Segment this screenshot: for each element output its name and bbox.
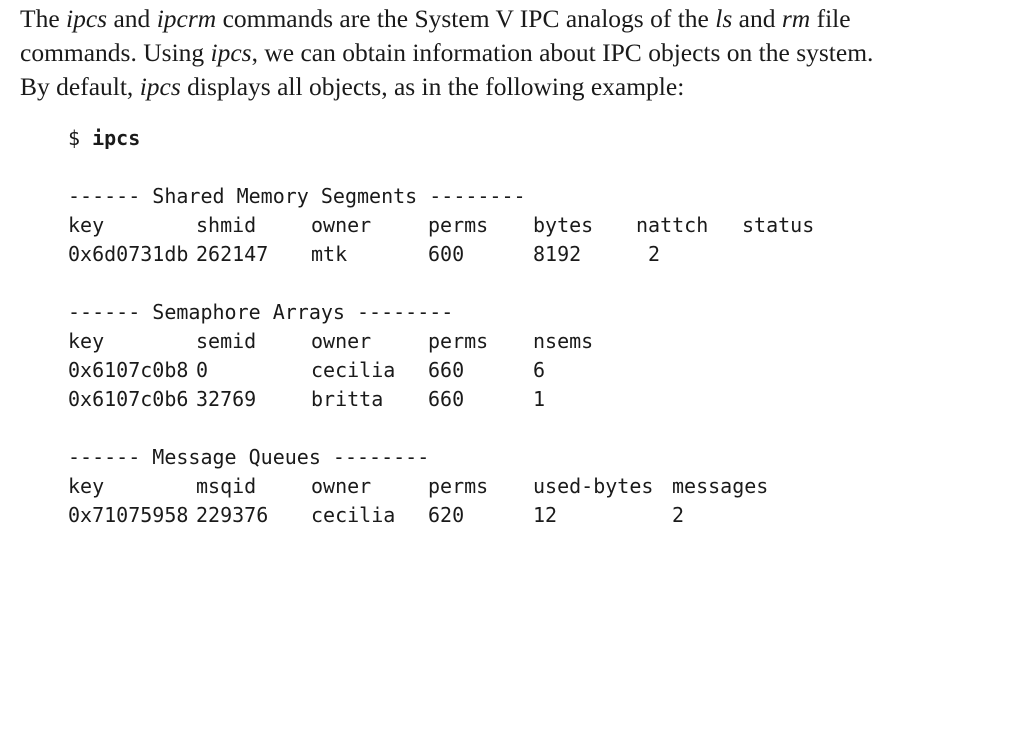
column-header: used-bytes [533, 474, 654, 498]
paragraph-line-3: By default, ipcs displays all objects, a… [20, 72, 685, 101]
column-header: perms [428, 213, 489, 237]
column-header: perms [428, 329, 489, 353]
paragraph-line-1: The ipcs and ipcrm commands are the Syst… [20, 4, 851, 33]
column-header: key [68, 329, 105, 353]
table-cell: 660 [428, 387, 465, 411]
table-cell: 6 [533, 358, 546, 382]
table-cell: 1 [533, 387, 546, 411]
column-header: shmid [196, 213, 257, 237]
table-row: 0x6d0731db 262147 mtk 600 8192 2 [68, 240, 660, 269]
table-cell: britta [311, 387, 384, 411]
column-header: status [742, 213, 815, 237]
semaphore-header-row: key semid owner perms nsems [68, 327, 593, 356]
shared-memory-header-row: key shmid owner perms bytes nattch statu… [68, 211, 814, 240]
ls-term: ls [715, 4, 733, 33]
column-header: key [68, 474, 105, 498]
table-cell: 0x6107c0b6 [68, 387, 189, 411]
ipcs-term: ipcs [139, 72, 181, 101]
ipcs-term: ipcs [210, 38, 252, 67]
column-header: semid [196, 329, 257, 353]
command-text: ipcs [92, 126, 141, 150]
table-cell: 0 [196, 358, 209, 382]
column-header: key [68, 213, 105, 237]
table-cell: 2 [648, 242, 661, 266]
table-cell: 32769 [196, 387, 257, 411]
table-row: 0x71075958 229376 cecilia 620 12 2 [68, 501, 684, 530]
column-header: owner [311, 329, 372, 353]
message-queue-header-row: key msqid owner perms used-bytes message… [68, 472, 768, 501]
ipcs-output-listing: $ ipcs ------ Shared Memory Segments ---… [68, 124, 814, 530]
table-cell: 2 [672, 503, 685, 527]
column-header: messages [672, 474, 769, 498]
column-header: msqid [196, 474, 257, 498]
table-cell: 262147 [196, 242, 269, 266]
table-row: 0x6107c0b8 0 cecilia 660 6 [68, 356, 545, 385]
table-cell: 0x6107c0b8 [68, 358, 189, 382]
rm-term: rm [781, 4, 811, 33]
semaphore-heading: ------ Semaphore Arrays -------- [68, 300, 454, 324]
table-cell: 620 [428, 503, 465, 527]
column-header: bytes [533, 213, 594, 237]
table-cell: 0x6d0731db [68, 242, 189, 266]
table-cell: 600 [428, 242, 465, 266]
shell-prompt: $ [68, 126, 93, 150]
message-queue-heading: ------ Message Queues -------- [68, 445, 430, 469]
table-cell: 8192 [533, 242, 582, 266]
table-row: 0x6107c0b6 32769 britta 660 1 [68, 385, 545, 414]
column-header: owner [311, 474, 372, 498]
table-cell: cecilia [311, 503, 396, 527]
shared-memory-heading: ------ Shared Memory Segments -------- [68, 184, 526, 208]
column-header: owner [311, 213, 372, 237]
table-cell: 0x71075958 [68, 503, 189, 527]
ipcs-term: ipcs [66, 4, 108, 33]
intro-paragraph: The ipcs and ipcrm commands are the Syst… [20, 2, 1010, 104]
command-line: $ ipcs [68, 124, 526, 153]
paragraph-line-2: commands. Using ipcs, we can obtain info… [20, 38, 874, 67]
column-header: nsems [533, 329, 594, 353]
table-cell: 660 [428, 358, 465, 382]
column-header: perms [428, 474, 489, 498]
table-cell: 12 [533, 503, 558, 527]
table-cell: cecilia [311, 358, 396, 382]
ipcrm-term: ipcrm [156, 4, 217, 33]
column-header: nattch [636, 213, 709, 237]
table-cell: 229376 [196, 503, 269, 527]
table-cell: mtk [311, 242, 348, 266]
